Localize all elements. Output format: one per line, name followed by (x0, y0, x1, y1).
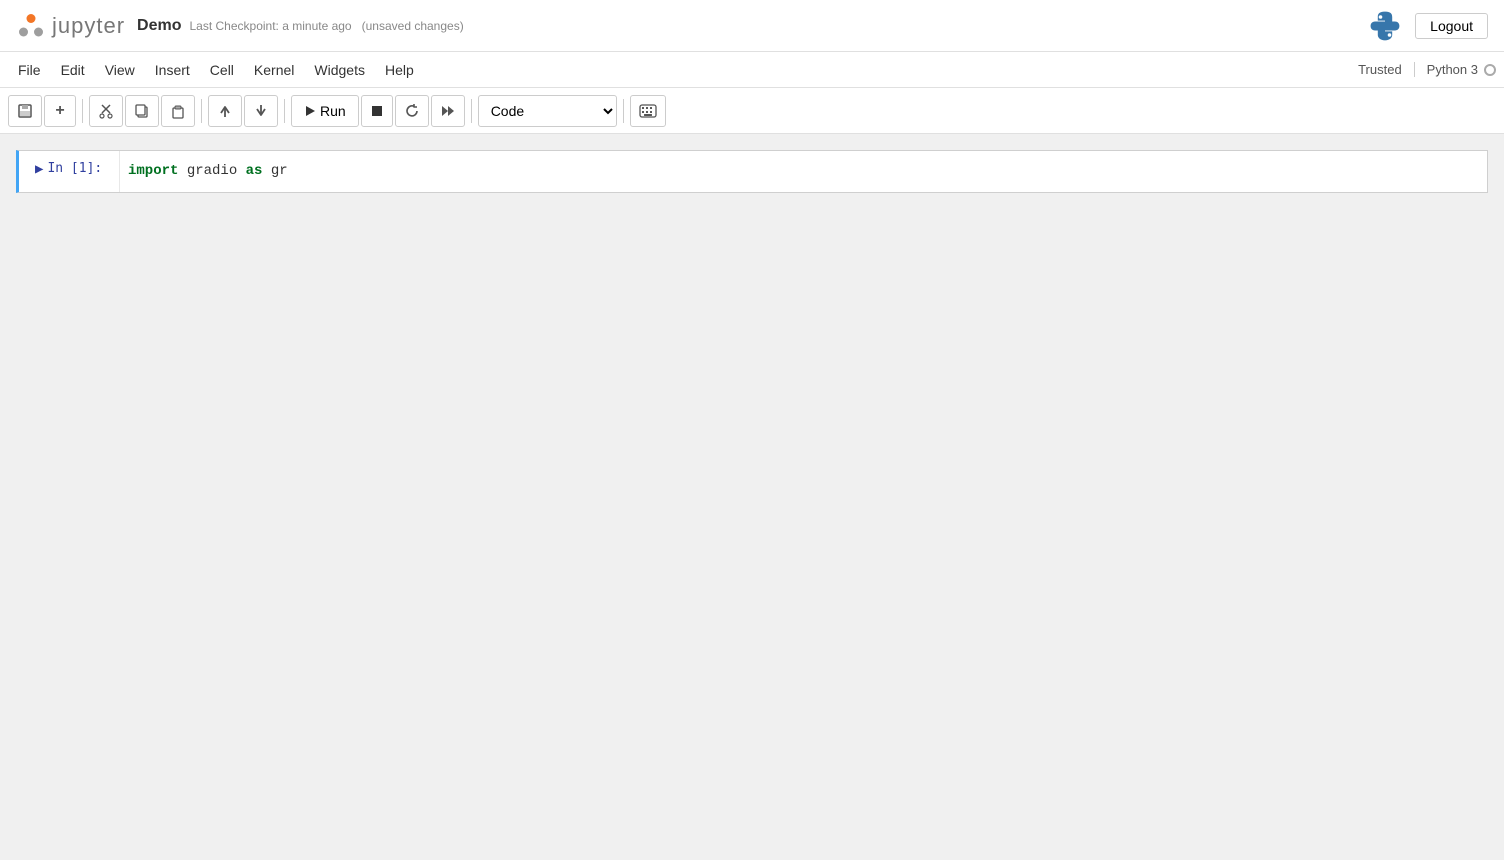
toolbar-separator-4 (471, 99, 472, 123)
code-module-name: gradio (187, 163, 237, 179)
paste-button[interactable] (161, 95, 195, 127)
restart-icon (404, 103, 420, 119)
cell-prompt: ▶ In [1]: (19, 151, 119, 192)
menu-insert[interactable]: Insert (145, 58, 200, 82)
cut-button[interactable] (89, 95, 123, 127)
save-button[interactable] (8, 95, 42, 127)
cell-run-indicator[interactable]: ▶ (35, 161, 43, 177)
menubar-right: Trusted Python 3 (1358, 62, 1496, 77)
kernel-status-circle (1484, 64, 1496, 76)
jupyter-logo-icon (16, 11, 46, 41)
stop-button[interactable] (361, 95, 393, 127)
move-down-button[interactable] (244, 95, 278, 127)
code-import-keyword: import (128, 163, 178, 179)
fast-forward-button[interactable] (431, 95, 465, 127)
restart-button[interactable] (395, 95, 429, 127)
keyboard-icon (639, 104, 657, 118)
arrow-down-icon (253, 103, 269, 119)
logout-button[interactable]: Logout (1415, 13, 1488, 39)
toolbar-separator-3 (284, 99, 285, 123)
add-cell-button[interactable]: + (44, 95, 76, 127)
notebook-area: ▶ In [1]: import gradio as gr (0, 134, 1504, 860)
menu-widgets[interactable]: Widgets (304, 58, 375, 82)
cell-code-content[interactable]: import gradio as gr (119, 151, 1487, 192)
fast-forward-icon (440, 103, 456, 119)
checkpoint-info: Last Checkpoint: a minute ago (unsaved c… (190, 19, 464, 33)
code-alias: gr (271, 163, 288, 179)
menu-edit[interactable]: Edit (51, 58, 95, 82)
kernel-info: Python 3 (1414, 62, 1496, 77)
menu-file[interactable]: File (8, 58, 51, 82)
run-button[interactable]: Run (291, 95, 359, 127)
paste-icon (170, 103, 186, 119)
menu-help[interactable]: Help (375, 58, 424, 82)
cut-icon (98, 103, 114, 119)
copy-icon (134, 103, 150, 119)
header-right: Logout (1367, 8, 1488, 44)
kernel-name-label: Python 3 (1427, 62, 1478, 77)
toolbar: + (0, 88, 1504, 134)
save-icon (17, 103, 33, 119)
plus-icon: + (55, 102, 64, 120)
menubar: File Edit View Insert Cell Kernel Widget… (0, 52, 1504, 88)
notebook-header: jupyter Demo Last Checkpoint: a minute a… (0, 0, 1504, 52)
arrow-up-icon (217, 103, 233, 119)
python-logo-icon (1367, 8, 1403, 44)
notebook-title[interactable]: Demo (137, 17, 181, 35)
cell-type-dropdown[interactable]: Code Markdown Raw NBConvert Heading (478, 95, 617, 127)
toolbar-separator-1 (82, 99, 83, 123)
code-cell-1[interactable]: ▶ In [1]: import gradio as gr (16, 150, 1488, 193)
play-icon (304, 105, 316, 117)
stop-icon (370, 104, 384, 118)
cell-prompt-label: In [1]: (47, 161, 102, 176)
toolbar-separator-5 (623, 99, 624, 123)
toolbar-separator-2 (201, 99, 202, 123)
run-label: Run (320, 103, 346, 119)
menu-kernel[interactable]: Kernel (244, 58, 304, 82)
menu-cell[interactable]: Cell (200, 58, 244, 82)
move-up-button[interactable] (208, 95, 242, 127)
jupyter-brand-text: jupyter (52, 13, 125, 39)
keyboard-shortcuts-button[interactable] (630, 95, 666, 127)
jupyter-logo: jupyter (16, 11, 125, 41)
code-as-keyword: as (246, 163, 263, 179)
copy-button[interactable] (125, 95, 159, 127)
trusted-label: Trusted (1358, 62, 1402, 77)
cell-input-area: ▶ In [1]: import gradio as gr (19, 151, 1487, 192)
menu-view[interactable]: View (95, 58, 145, 82)
